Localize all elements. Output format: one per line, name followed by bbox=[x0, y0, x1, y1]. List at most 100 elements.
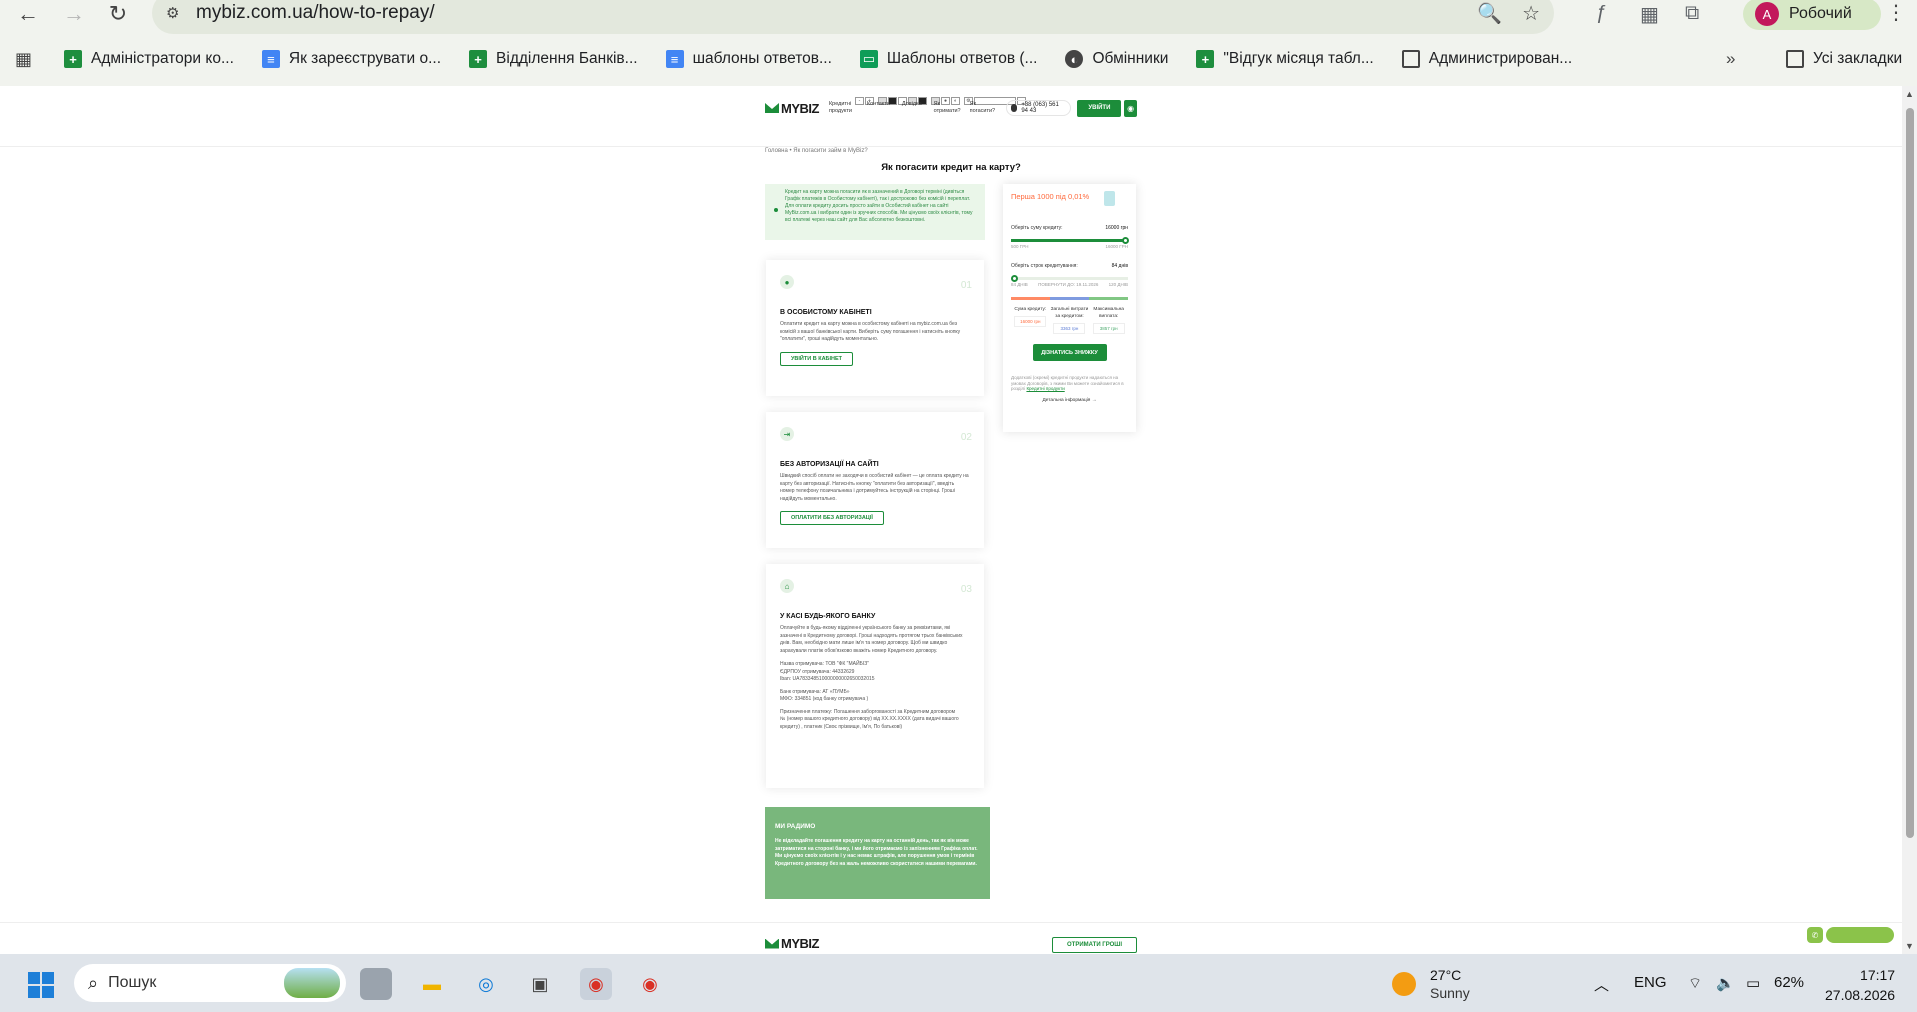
taskbar-search[interactable]: ⌕ Пошук bbox=[74, 964, 346, 1002]
step-number: 03 bbox=[960, 584, 972, 595]
language-indicator[interactable]: ENG bbox=[1634, 974, 1667, 991]
menu-item-credit-products[interactable]: Кредитні продукти bbox=[829, 101, 855, 115]
bank-details: Назва отримувача: ТОВ "ФК "МАЙБІЗ" ЄДРПО… bbox=[780, 661, 959, 730]
menu-item-how-to-get[interactable]: Як отримати? bbox=[934, 101, 961, 115]
store-icon[interactable]: ▣ bbox=[524, 968, 556, 1000]
term-range: 84 ДНІВ ПОВЕРНУТИ ДО: 19.11.2026 120 ДНІВ bbox=[1011, 282, 1128, 287]
chat-widget[interactable] bbox=[1826, 927, 1894, 943]
term-slider[interactable] bbox=[1011, 275, 1128, 282]
zoom-icon[interactable]: 🔍 bbox=[1477, 1, 1502, 26]
step-number: 02 bbox=[960, 432, 972, 443]
bank-icon: ⌂ bbox=[780, 579, 794, 593]
weather-widget[interactable]: 27°C Sunny bbox=[1392, 967, 1470, 1001]
search-icon: ⌕ bbox=[88, 972, 99, 993]
mybiz-logo[interactable]: MYBIZ bbox=[765, 101, 819, 116]
url-text[interactable]: mybiz.com.ua/how-to-repay/ bbox=[196, 2, 435, 24]
enter-cabinet-button[interactable]: УВІЙТИ В КАБІНЕТ bbox=[780, 351, 854, 366]
eye-icon[interactable]: ◉ bbox=[1124, 99, 1137, 117]
windows-start-icon[interactable] bbox=[28, 972, 54, 998]
site-info-icon[interactable]: ⚙ bbox=[166, 4, 196, 22]
volume-icon[interactable]: 🔈 bbox=[1716, 974, 1735, 992]
wifi-icon[interactable]: ⌔ bbox=[1688, 974, 1702, 993]
chevron-up-icon[interactable]: ︿ bbox=[1594, 974, 1609, 995]
sheets-icon: + bbox=[1196, 50, 1215, 68]
site-header: MYBIZ Кредитні продукти Контакти Довідка… bbox=[765, 97, 1137, 119]
bookmark-item[interactable]: ◐ Обмінники bbox=[1065, 45, 1168, 73]
term-slider-handle[interactable] bbox=[1011, 275, 1018, 282]
extension-icon[interactable]: ▦ bbox=[1640, 2, 1659, 27]
menu-kebab-icon[interactable]: ⋮ bbox=[1886, 0, 1906, 25]
logo-mark-icon bbox=[765, 103, 779, 113]
phone-link[interactable]: +38 (063) 561 94 43 bbox=[1005, 100, 1072, 116]
intro-block: Кредит на карту можна погасити як в зазн… bbox=[765, 184, 985, 240]
menu-item-contacts[interactable]: Контакти bbox=[867, 101, 890, 115]
summary-color-bar bbox=[1011, 297, 1128, 300]
step-text: Швидкий спосіб оплати не заходячи в особ… bbox=[780, 473, 969, 502]
header-divider bbox=[0, 146, 1902, 147]
edge-icon[interactable]: ◎ bbox=[470, 968, 502, 1000]
credit-products-link[interactable]: Кредитні продукти bbox=[1026, 386, 1064, 391]
pay-without-auth-button[interactable]: ОПЛАТИТИ БЕЗ АВТОРИЗАЦІЇ bbox=[780, 511, 884, 525]
breadcrumb[interactable]: Головна • Як погасити займ в MyBiz? bbox=[765, 148, 868, 154]
browser-toolbar: ← → ↻ ⚙ mybiz.com.ua/how-to-repay/ 🔍 ☆ ƒ… bbox=[0, 0, 1917, 34]
search-highlight-image bbox=[284, 968, 340, 998]
bookmark-item[interactable]: + Відділення Банків... bbox=[469, 45, 638, 73]
get-discount-button[interactable]: ДІЗНАТИСЬ ЗНИЖКУ bbox=[1032, 344, 1107, 361]
login-button[interactable]: УВІЙТИ bbox=[1077, 99, 1122, 117]
file-explorer-icon[interactable]: ▬ bbox=[416, 968, 448, 1000]
more-bookmarks-icon[interactable]: » bbox=[1726, 49, 1735, 69]
fine-print: Додаткові (окремі) кредитні продукти над… bbox=[1011, 375, 1124, 391]
loan-calculator: Перша 1000 під 0,01% Оберіть суму кредит… bbox=[1003, 184, 1136, 432]
chat-phone-icon[interactable]: ✆ bbox=[1807, 927, 1823, 943]
page-scrollbar[interactable]: ▲ ▼ bbox=[1902, 86, 1917, 954]
all-bookmarks[interactable]: Усі закладки bbox=[1786, 45, 1902, 73]
bookmark-star-icon[interactable]: ☆ bbox=[1522, 1, 1540, 26]
bookmark-item[interactable]: ▭ Шаблоны ответов (... bbox=[859, 45, 1037, 73]
calc-summary: Сума кредиту: 16000 грн Загальні витрати … bbox=[1011, 306, 1128, 334]
advice-text: Не відкладайте погашення кредиту на карт… bbox=[775, 838, 978, 867]
docs-icon: ≡ bbox=[261, 50, 280, 68]
extensions-puzzle-icon[interactable]: ⧉ bbox=[1685, 2, 1699, 25]
user-icon: ● bbox=[780, 275, 794, 289]
profile-button[interactable]: A Робочий bbox=[1743, 0, 1881, 30]
step-title: У КАСІ БУДЬ-ЯКОГО БАНКУ bbox=[780, 613, 876, 620]
folder-icon bbox=[1401, 50, 1420, 68]
bookmark-item[interactable]: Администрирован... bbox=[1401, 45, 1572, 73]
scroll-up-icon[interactable]: ▲ bbox=[1905, 89, 1914, 99]
scroll-down-icon[interactable]: ▼ bbox=[1905, 941, 1914, 951]
task-view-icon[interactable] bbox=[360, 968, 392, 1000]
profile-name: Робочий bbox=[1789, 5, 1852, 22]
chrome-icon[interactable]: ◉ bbox=[634, 968, 666, 1000]
bookmark-item[interactable]: ≡ Як зареєструвати о... bbox=[261, 45, 441, 73]
web-page: - + ● ◐ ⚙ — MYBIZ Кредитні продукти Контакт… bbox=[0, 86, 1902, 954]
bookmark-item[interactable]: + Адміністратори ко... bbox=[64, 45, 234, 73]
docs-icon: ≡ bbox=[665, 50, 684, 68]
chrome-icon[interactable]: ◉ bbox=[580, 968, 612, 1000]
advice-title: МИ РАДИМО bbox=[775, 823, 816, 830]
bookmarks-bar: ▦ + Адміністратори ко... ≡ Як зареєструват… bbox=[0, 44, 1917, 74]
reload-icon[interactable]: ↻ bbox=[100, 0, 136, 28]
bookmark-item[interactable]: + "Відгук місяця табл... bbox=[1196, 45, 1374, 73]
scrollbar-thumb[interactable] bbox=[1906, 108, 1914, 838]
more-info-link[interactable]: Детальна інформація → bbox=[1011, 398, 1128, 403]
get-money-button[interactable]: ОТРИМАТИ ГРОШІ bbox=[1052, 937, 1137, 953]
page-title: Як погасити кредит на карту? bbox=[881, 162, 1021, 173]
login-arrow-icon: ⇥ bbox=[780, 427, 794, 441]
amount-slider-handle[interactable] bbox=[1122, 237, 1129, 244]
system-clock[interactable]: 17:17 27.08.2026 bbox=[1825, 965, 1895, 1005]
step-text: Оплатити кредит на карту можна в особист… bbox=[780, 321, 961, 342]
apps-grid-icon[interactable]: ▦ bbox=[15, 49, 32, 70]
address-bar[interactable]: ⚙ mybiz.com.ua/how-to-repay/ 🔍 ☆ bbox=[152, 0, 1554, 34]
back-arrow-icon[interactable]: ← bbox=[10, 0, 46, 28]
footer-logo[interactable]: MYBIZ bbox=[765, 936, 819, 951]
amount-slider[interactable] bbox=[1011, 237, 1129, 244]
slides-icon: ▭ bbox=[859, 50, 878, 68]
forward-arrow-icon[interactable]: → bbox=[56, 0, 92, 28]
menu-item-help[interactable]: Довідка bbox=[902, 101, 922, 115]
folder-icon bbox=[1786, 50, 1804, 68]
menu-item-how-to-repay[interactable]: Як погасити? bbox=[970, 101, 996, 115]
bookmark-item[interactable]: ≡ шаблоны ответов... bbox=[665, 45, 832, 73]
term-row: Оберіть строк кредитування: 84 днів bbox=[1011, 263, 1128, 269]
battery-icon[interactable]: ▭ bbox=[1746, 974, 1760, 992]
extension-icon[interactable]: ƒ bbox=[1596, 2, 1607, 25]
